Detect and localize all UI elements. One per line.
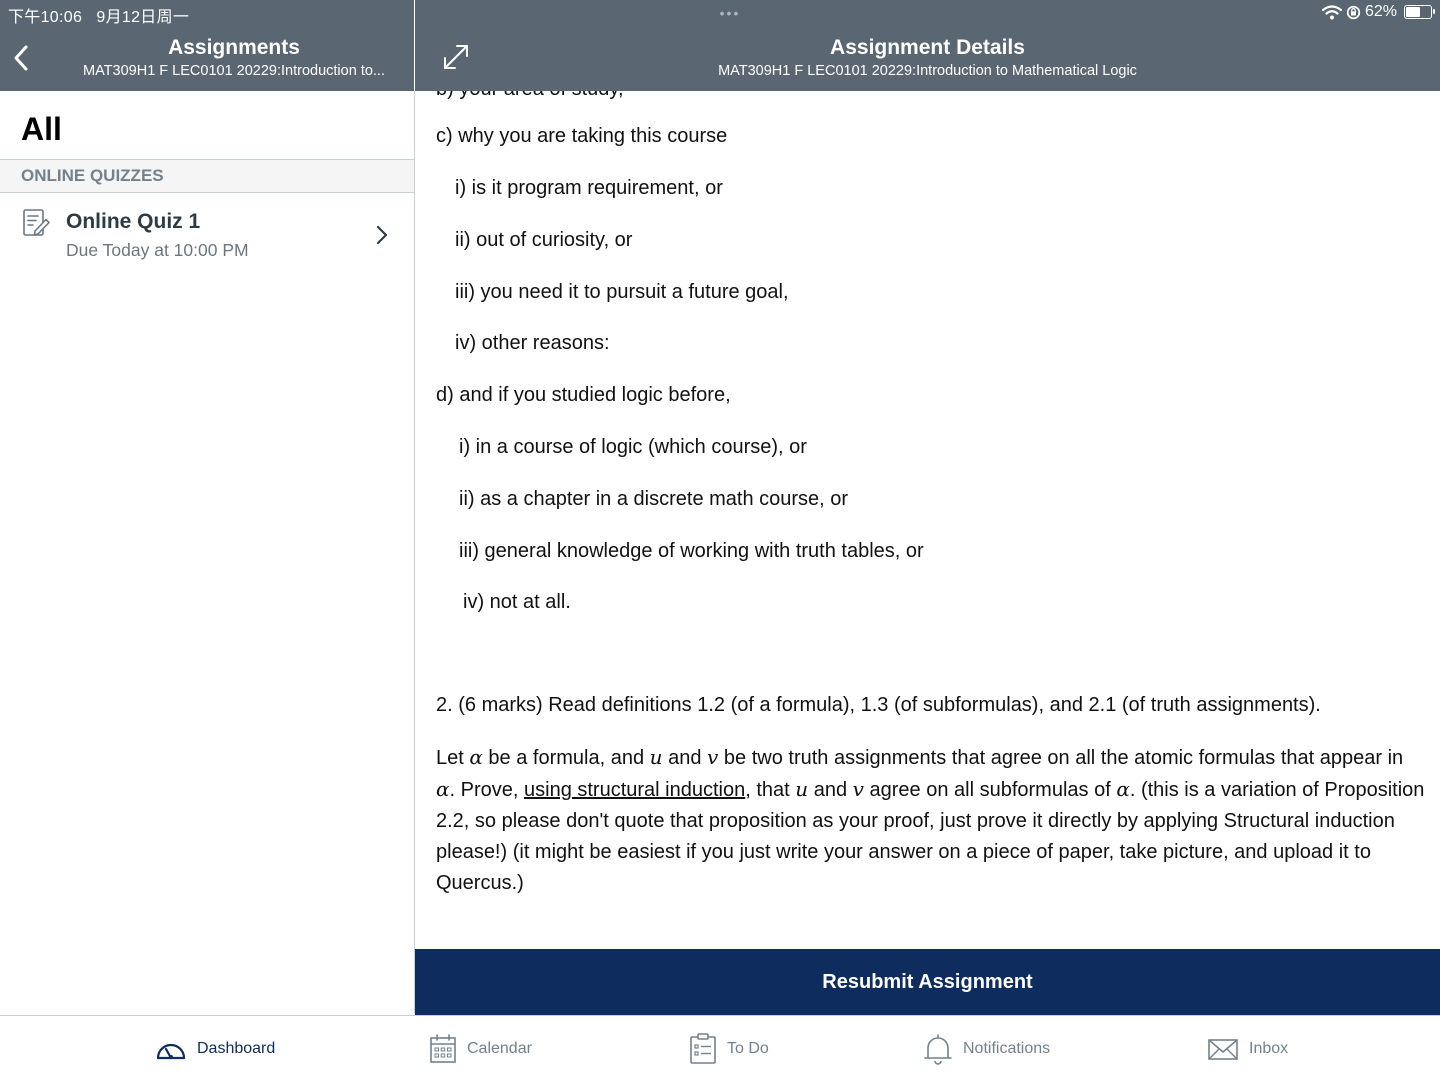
- left-header-title: Assignments: [168, 36, 300, 59]
- question-2-body: Let α be a formula, and u and v be two t…: [436, 745, 1425, 894]
- quiz-icon: [23, 209, 50, 236]
- question-line: iii) you need it to pursuit a future goa…: [455, 281, 789, 303]
- question-line: iv) other reasons:: [455, 332, 610, 354]
- resubmit-assignment-button[interactable]: Resubmit Assignment: [415, 949, 1440, 1015]
- question-line: i) in a course of logic (which course), …: [459, 436, 807, 458]
- bottom-tab-bar: Dashboard Calendar To Do Notifications I…: [0, 1015, 1440, 1080]
- orientation-lock-icon: [1346, 5, 1361, 19]
- tab-label: Notifications: [963, 1040, 1051, 1057]
- more-dots-icon[interactable]: •••: [705, 6, 755, 20]
- left-header: 下午10:06 9月12日周一 Assignments MAT309H1 F L…: [0, 0, 414, 91]
- status-indicators: 62%: [1321, 3, 1435, 21]
- question-line: c) why you are taking this course: [436, 125, 728, 147]
- assignments-list-panel: All ONLINE QUIZZES Online Quiz 1 Due Tod…: [0, 91, 414, 1014]
- question-line: iv) not at all.: [463, 591, 571, 613]
- tab-calendar[interactable]: Calendar: [429, 1032, 532, 1066]
- right-header: ••• 62% Assignment Details MAT309H1 F LE…: [415, 0, 1440, 91]
- tab-label: Inbox: [1249, 1040, 1289, 1057]
- question-line: ii) out of curiosity, or: [455, 229, 633, 251]
- question-line: i) is it program requirement, or: [455, 177, 723, 199]
- battery-icon: [1404, 5, 1435, 19]
- wifi-icon: [1321, 4, 1342, 19]
- todo-icon: [690, 1033, 716, 1064]
- calendar-icon: [430, 1034, 456, 1063]
- chevron-right-icon: [376, 225, 388, 245]
- bell-icon: [924, 1034, 952, 1065]
- tab-label: Dashboard: [197, 1040, 276, 1057]
- filter-title: All: [21, 111, 62, 147]
- question-line: iii) general knowledge of working with t…: [459, 540, 924, 562]
- battery-level: [1406, 7, 1420, 17]
- question-line: d) and if you studied logic before,: [436, 384, 731, 406]
- tab-todo[interactable]: To Do: [689, 1032, 769, 1066]
- back-button[interactable]: [8, 40, 34, 76]
- left-header-subtitle: MAT309H1 F LEC0101 20229:Introduction to…: [83, 63, 385, 79]
- tab-label: Calendar: [467, 1040, 532, 1057]
- section-header: ONLINE QUIZZES: [0, 159, 414, 193]
- status-time: 下午10:06 9月12日周一: [8, 9, 190, 26]
- dashboard-icon: [156, 1043, 186, 1060]
- tab-inbox[interactable]: Inbox: [1207, 1032, 1288, 1066]
- chevron-left-icon: [14, 45, 28, 71]
- quiz-title: Online Quiz 1: [66, 210, 201, 233]
- list-item-online-quiz-1[interactable]: Online Quiz 1 Due Today at 10:00 PM: [0, 194, 414, 274]
- question-2-heading: 2. (6 marks) Read definitions 1.2 (of a …: [436, 694, 1321, 716]
- assignment-details-content: b) your area of study, c) why you are ta…: [415, 91, 1440, 949]
- right-header-subtitle: MAT309H1 F LEC0101 20229:Introduction to…: [718, 63, 1137, 79]
- quiz-due-date: Due Today at 10:00 PM: [66, 240, 249, 260]
- battery-percent: 62%: [1364, 3, 1397, 20]
- envelope-icon: [1208, 1039, 1238, 1060]
- structural-induction-link[interactable]: using structural induction: [524, 779, 745, 801]
- question-line: ii) as a chapter in a discrete math cour…: [459, 488, 849, 510]
- tab-dashboard[interactable]: Dashboard: [155, 1032, 275, 1066]
- tab-label: To Do: [727, 1040, 769, 1057]
- tab-notifications[interactable]: Notifications: [923, 1032, 1050, 1066]
- right-header-title: Assignment Details: [830, 36, 1025, 59]
- cut-off-line: b) your area of study,: [436, 91, 624, 101]
